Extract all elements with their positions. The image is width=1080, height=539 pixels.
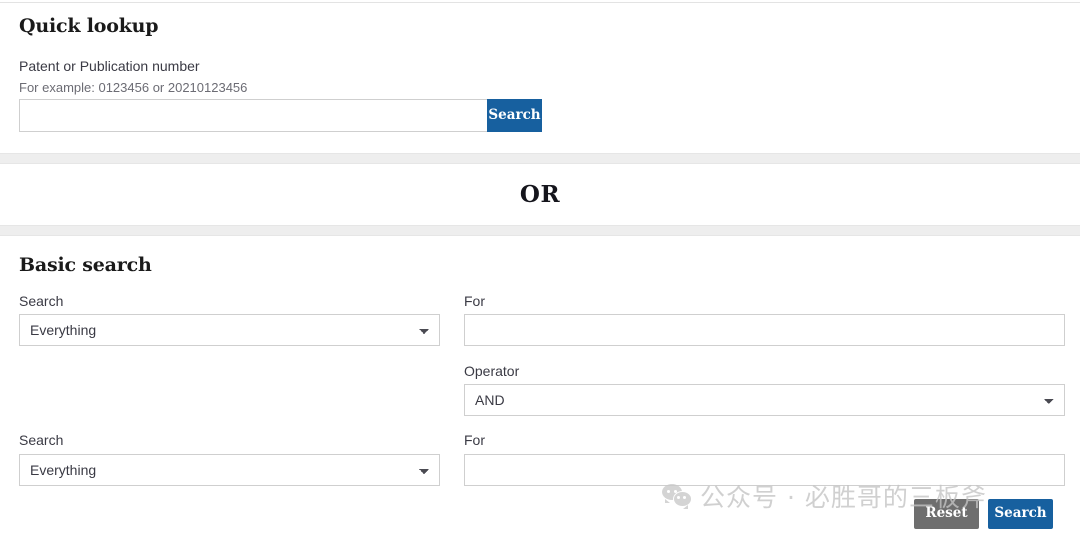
for-field-1-input[interactable] — [464, 314, 1065, 346]
basic-search-search-button[interactable]: Search — [988, 499, 1053, 529]
quick-lookup-search-button[interactable]: Search — [487, 99, 542, 132]
for-field-2-label: For — [464, 432, 485, 448]
quick-lookup-section: Quick lookup Patent or Publication numbe… — [0, 4, 1080, 153]
search-field-1-label: Search — [19, 293, 64, 309]
or-separator-section: OR — [0, 164, 1080, 225]
for-field-2-input[interactable] — [464, 454, 1065, 486]
quick-lookup-field-label: Patent or Publication number — [19, 58, 200, 74]
operator-label: Operator — [464, 363, 520, 379]
search-page: Quick lookup Patent or Publication numbe… — [0, 0, 1080, 539]
search-field-2-label: Search — [19, 432, 64, 448]
search-field-2-select[interactable]: Everything — [19, 454, 440, 486]
reset-button[interactable]: Reset — [914, 499, 979, 529]
section-divider-top — [0, 153, 1080, 164]
quick-lookup-title: Quick lookup — [19, 15, 159, 37]
operator-select[interactable]: AND — [464, 384, 1065, 416]
top-divider — [0, 2, 1080, 3]
quick-lookup-input-row: Search — [19, 99, 542, 132]
or-label: OR — [519, 181, 561, 208]
basic-search-actions: Reset Search — [914, 499, 1053, 529]
basic-search-section: Basic search Search Everything For Opera… — [0, 236, 1080, 539]
quick-lookup-input[interactable] — [19, 99, 487, 132]
basic-search-title: Basic search — [19, 254, 152, 276]
quick-lookup-hint: For example: 0123456 or 20210123456 — [19, 80, 248, 95]
search-field-1-select[interactable]: Everything — [19, 314, 440, 346]
for-field-1-label: For — [464, 293, 485, 309]
section-divider-bottom — [0, 225, 1080, 236]
